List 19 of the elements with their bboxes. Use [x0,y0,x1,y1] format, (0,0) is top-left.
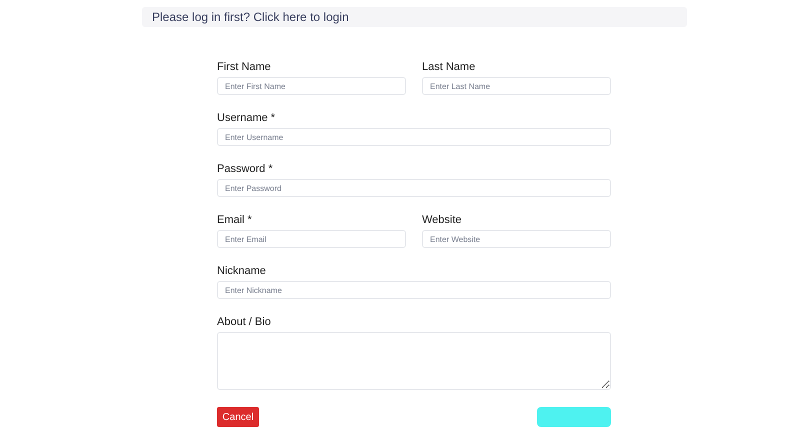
cancel-button[interactable]: Cancel [217,407,259,427]
field-label: About / Bio [217,316,271,329]
input-field[interactable]: Enter Email [217,230,406,248]
input-field[interactable]: Enter Username [217,128,611,146]
input-field[interactable]: Enter Nickname [217,281,611,299]
field-label: Email * [217,214,252,227]
field-label: Website [422,214,462,227]
input-field[interactable]: Enter Last Name [422,77,611,95]
field-label: Username * [217,112,276,125]
field-label: Nickname [217,265,266,278]
field-label: Password * [217,163,273,176]
input-field[interactable]: Enter Website [422,230,611,248]
submit-button[interactable] [537,407,611,427]
login-notice[interactable]: Please log in first? Click here to login [142,7,687,27]
field-label: First Name [217,61,271,74]
input-field[interactable]: Enter First Name [217,77,406,95]
field-label: Last Name [422,61,476,74]
bio-textarea[interactable] [217,332,611,390]
input-field[interactable]: Enter Password [217,179,611,197]
